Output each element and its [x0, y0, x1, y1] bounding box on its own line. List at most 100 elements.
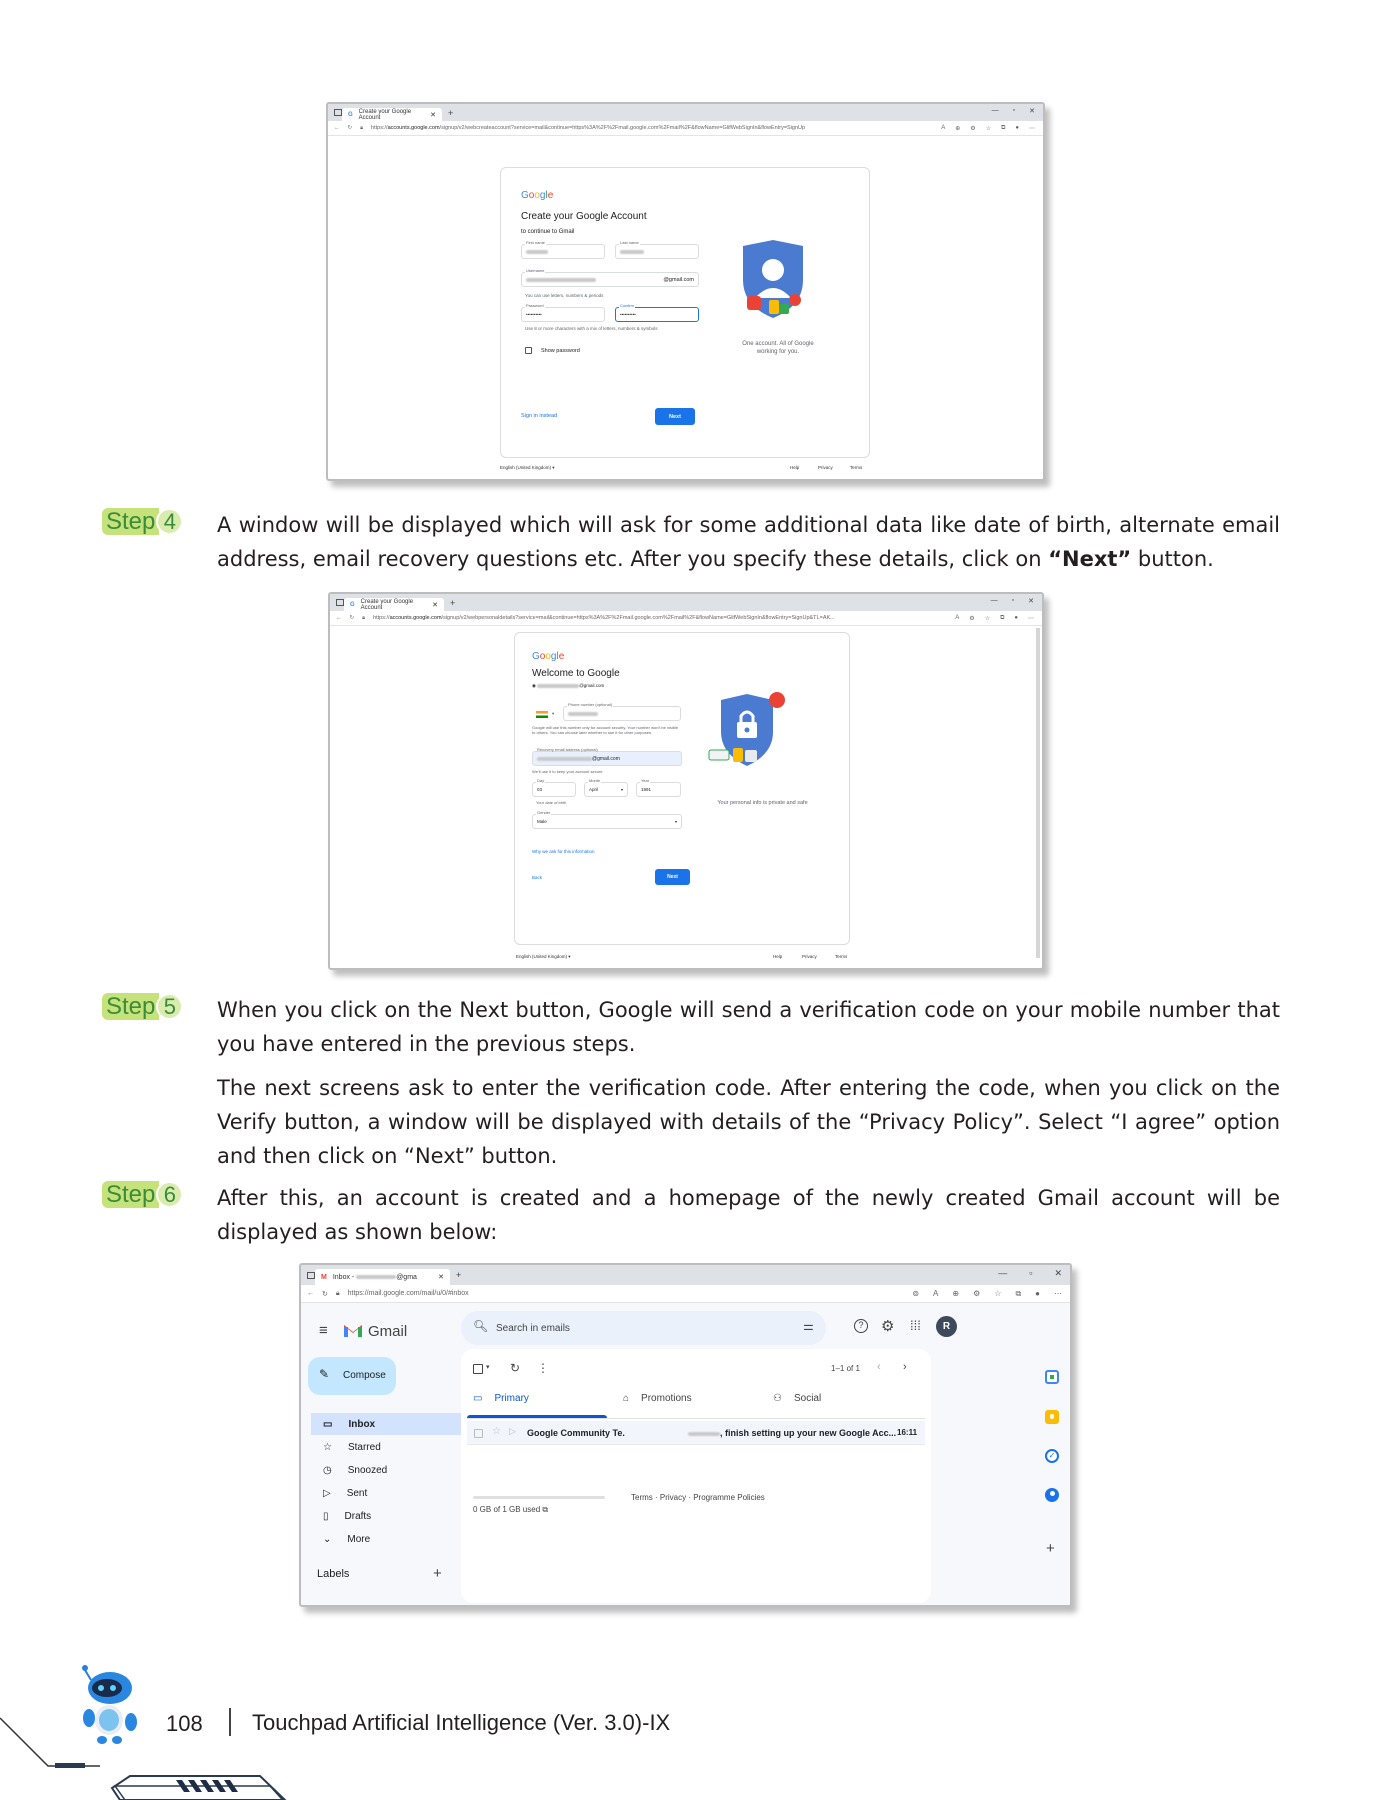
favorite-icon[interactable]: ☆ — [985, 615, 990, 622]
select-dropdown-icon[interactable]: ▾ — [486, 1363, 490, 1371]
country-dropdown-icon[interactable]: ▾ — [552, 711, 554, 717]
minimize-icon[interactable]: — — [998, 1268, 1007, 1279]
confirm-password-field[interactable]: Confirm •••••••••• — [615, 303, 699, 322]
apps-grid-icon[interactable]: ⁞⁞⁞ — [910, 1318, 921, 1333]
tab-close-icon[interactable]: ✕ — [430, 111, 436, 119]
external-link-icon[interactable]: ⧉ — [542, 1505, 548, 1514]
new-tab-icon[interactable]: + — [448, 108, 453, 118]
more-icon[interactable]: ⋯ — [1054, 1289, 1062, 1299]
collections-icon[interactable]: ⧉ — [1000, 615, 1004, 622]
close-window-icon[interactable]: ✕ — [1028, 597, 1034, 605]
keep-icon[interactable] — [1045, 1410, 1059, 1424]
zoom-icon[interactable]: ⊕ — [952, 1289, 959, 1299]
search-icon[interactable]: 🔍︎ — [473, 1319, 488, 1333]
tab-close-icon[interactable]: ✕ — [432, 601, 438, 609]
back-icon[interactable]: ← — [336, 615, 342, 621]
minimize-icon[interactable]: — — [992, 107, 999, 115]
select-all-checkbox[interactable] — [473, 1364, 483, 1374]
signup-next-button[interactable]: Next — [655, 408, 695, 425]
extensions-icon[interactable]: ⚙ — [973, 1289, 980, 1299]
close-window-icon[interactable]: ✕ — [1029, 107, 1035, 115]
username-field[interactable]: Username @gmail.com — [521, 268, 699, 287]
nav-sent[interactable]: ▷ Sent — [311, 1482, 481, 1504]
first-name-field[interactable]: First name — [521, 240, 605, 259]
footer-help-link[interactable]: Help — [790, 465, 799, 470]
read-aloud-icon[interactable]: A — [941, 125, 945, 132]
profile-icon[interactable]: ● — [1014, 615, 1018, 622]
browser-tab[interactable]: M Inbox - @gma ✕ — [315, 1269, 450, 1285]
more-actions-icon[interactable]: ⋮ — [537, 1361, 549, 1375]
collections-icon[interactable]: ⧉ — [1001, 125, 1005, 132]
sign-in-instead-link[interactable]: Sign in instead — [521, 413, 557, 419]
prev-page-icon[interactable]: ‹ — [877, 1361, 881, 1373]
search-options-icon[interactable]: ⚌ — [803, 1319, 814, 1333]
url-text[interactable]: https://accounts.google.com/signup/v2/we… — [371, 125, 805, 131]
collections-icon[interactable]: ⧉ — [1015, 1289, 1021, 1299]
nav-more[interactable]: ⌄ More — [311, 1528, 481, 1550]
back-link[interactable]: Back — [532, 875, 542, 880]
footer-terms-link[interactable]: Terms — [835, 954, 847, 959]
help-icon[interactable]: ? — [854, 1319, 868, 1333]
gender-select[interactable]: Gender Male ▾ — [532, 810, 682, 829]
zoom-icon[interactable]: ⊕ — [955, 125, 960, 132]
footer-help-link[interactable]: Help — [773, 954, 782, 959]
footer-terms-link[interactable]: Terms — [850, 465, 862, 470]
tasks-icon[interactable]: ✓ — [1045, 1449, 1059, 1463]
tab-promotions[interactable]: ⌂ Promotions — [623, 1393, 692, 1404]
year-field[interactable]: Year 1991 — [636, 778, 681, 797]
day-field[interactable]: Day 03 — [532, 778, 576, 797]
refresh-icon[interactable]: ↻ — [322, 1290, 328, 1298]
footer-privacy-link[interactable]: Privacy — [818, 465, 833, 470]
close-window-icon[interactable]: ✕ — [1054, 1268, 1062, 1279]
app-available-icon[interactable]: ⊚ — [912, 1289, 919, 1299]
nav-inbox[interactable]: ▭ Inbox — [311, 1413, 481, 1435]
tab-primary[interactable]: ▭ Primary — [473, 1393, 529, 1404]
more-icon[interactable]: ⋯ — [1029, 125, 1035, 132]
row-checkbox[interactable] — [474, 1429, 483, 1438]
show-password-checkbox[interactable] — [525, 347, 532, 354]
url-text[interactable]: https://mail.google.com/mail/u/0/#inbox — [348, 1290, 469, 1297]
footer-privacy-link[interactable]: Privacy — [802, 954, 817, 959]
new-tab-icon[interactable]: + — [450, 598, 455, 608]
refresh-icon[interactable]: ↻ — [350, 615, 355, 621]
row-important-icon[interactable]: ▷ — [509, 1426, 516, 1437]
extensions-icon[interactable]: ⚙ — [969, 615, 974, 622]
refresh-mail-icon[interactable]: ↻ — [510, 1361, 520, 1375]
gmail-footer-links[interactable]: Terms · Privacy · Programme Policies — [631, 1493, 765, 1502]
restore-icon[interactable]: ▫ — [1013, 107, 1015, 115]
last-name-field[interactable]: Last name — [615, 240, 699, 259]
url-text[interactable]: https://accounts.google.com/signup/v2/we… — [373, 615, 835, 621]
row-star-icon[interactable]: ☆ — [492, 1426, 501, 1437]
tab-actions-icon[interactable] — [334, 109, 342, 116]
restore-icon[interactable]: ▫ — [1029, 1268, 1032, 1279]
recovery-email-field[interactable]: Recovery email address (optional) @gmail… — [532, 747, 682, 766]
nav-drafts[interactable]: ▯ Drafts — [311, 1505, 481, 1527]
welcome-next-button[interactable]: Next — [655, 869, 690, 885]
minimize-icon[interactable]: — — [991, 597, 998, 605]
next-page-icon[interactable]: › — [903, 1361, 907, 1373]
password-field[interactable]: Password •••••••••• — [521, 303, 605, 322]
read-aloud-icon[interactable]: A — [933, 1289, 938, 1299]
language-selector[interactable]: English (United Kingdom) ▾ — [500, 465, 555, 471]
tab-close-icon[interactable]: ✕ — [438, 1273, 444, 1281]
tab-social[interactable]: ⚇ Social — [773, 1393, 821, 1404]
phone-field[interactable]: Phone number (optional) — [563, 702, 681, 721]
country-flag-icon[interactable] — [536, 711, 548, 718]
month-select[interactable]: Month April ▾ — [584, 778, 628, 797]
calendar-icon[interactable] — [1045, 1370, 1059, 1384]
more-icon[interactable]: ⋯ — [1028, 615, 1034, 622]
settings-icon[interactable]: ⚙ — [881, 1317, 894, 1335]
browser-tab[interactable]: G Create your Google Account ✕ — [344, 598, 444, 611]
tab-actions-icon[interactable] — [307, 1271, 315, 1279]
why-we-ask-link[interactable]: Why we ask for this information — [532, 849, 595, 854]
extensions-icon[interactable]: ⚙ — [970, 125, 975, 132]
refresh-icon[interactable]: ↻ — [348, 125, 353, 131]
nav-starred[interactable]: ☆ Starred — [311, 1436, 481, 1458]
nav-snoozed[interactable]: ◷ Snoozed — [311, 1459, 481, 1481]
favorite-icon[interactable]: ☆ — [986, 125, 991, 132]
tab-actions-icon[interactable] — [336, 599, 344, 606]
favorite-icon[interactable]: ☆ — [994, 1289, 1001, 1299]
profile-icon[interactable]: ● — [1035, 1289, 1040, 1299]
avatar[interactable]: R — [936, 1316, 957, 1337]
contacts-icon[interactable] — [1045, 1488, 1059, 1502]
